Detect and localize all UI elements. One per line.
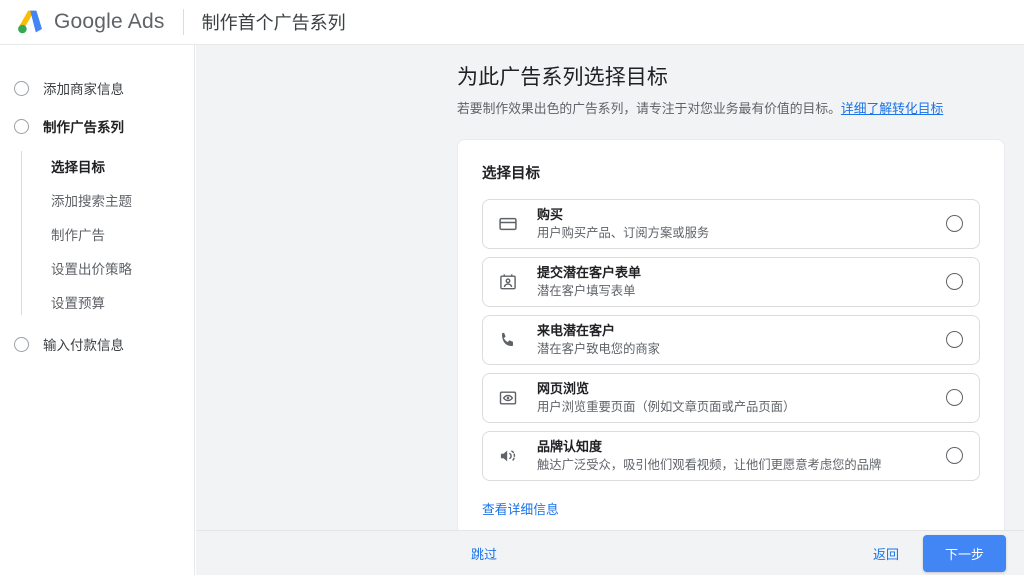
- next-button[interactable]: 下一步: [922, 534, 1006, 572]
- google-ads-logo-icon: [14, 8, 44, 36]
- brand-name: Google Ads: [54, 10, 165, 33]
- main-content: 为此广告系列选择目标 若要制作效果出色的广告系列，请专注于对您业务最有价值的目标…: [196, 45, 1024, 575]
- goal-description: 用户购买产品、订阅方案或服务: [537, 225, 710, 240]
- sidebar-substep-label: 设置预算: [51, 296, 105, 311]
- step-circle-icon: [14, 118, 29, 134]
- sidebar-step-label: 添加商家信息: [43, 82, 124, 97]
- goal-description: 用户浏览重要页面（例如文章页面或产品页面）: [537, 399, 796, 414]
- goal-name: 来电潜在客户: [537, 322, 616, 338]
- sidebar-step-business-info[interactable]: 添加商家信息: [0, 69, 194, 107]
- footer-actions: 返回 下一步: [863, 534, 1006, 572]
- back-button[interactable]: 返回: [863, 537, 909, 570]
- goal-name: 网页浏览: [537, 380, 590, 396]
- goal-name: 品牌认知度: [537, 438, 603, 454]
- goal-text: 来电潜在客户 潜在客户致电您的商家: [537, 322, 936, 358]
- goal-option-lead-form[interactable]: 提交潜在客户表单 潜在客户填写表单: [482, 256, 980, 307]
- content-column: 为此广告系列选择目标 若要制作效果出色的广告系列，请专注于对您业务最有价值的目标…: [457, 45, 1005, 539]
- sidebar-item-select-goal[interactable]: 选择目标: [21, 149, 194, 183]
- sidebar-item-bidding-strategy[interactable]: 设置出价策略: [21, 251, 194, 285]
- sidebar-item-create-ad[interactable]: 制作广告: [21, 217, 194, 251]
- step-circle-icon: [14, 80, 29, 96]
- learn-more-conversion-goals-link[interactable]: 详细了解转化目标: [841, 101, 943, 116]
- wizard-footer: 跳过 返回 下一步: [196, 530, 1024, 575]
- sidebar-substep-label: 选择目标: [51, 160, 105, 175]
- sidebar-step-payment-info[interactable]: 输入付款信息: [0, 325, 194, 363]
- sidebar-step-label: 输入付款信息: [43, 338, 124, 353]
- goal-name: 购买: [537, 206, 564, 222]
- speaker-icon: [497, 445, 519, 467]
- page-subtitle-text: 若要制作效果出色的广告系列，请专注于对您业务最有价值的目标。: [457, 101, 841, 116]
- goal-radio-button[interactable]: [946, 331, 963, 349]
- top-bar: Google Ads 制作首个广告系列: [0, 0, 1024, 45]
- card-title: 选择目标: [482, 165, 540, 182]
- sidebar-substep-label: 添加搜索主题: [51, 194, 132, 209]
- flow-title: 制作首个广告系列: [201, 13, 346, 33]
- sidebar-item-add-search-themes[interactable]: 添加搜索主题: [21, 183, 194, 217]
- goal-radio-button[interactable]: [946, 389, 963, 407]
- goal-text: 提交潜在客户表单 潜在客户填写表单: [537, 264, 936, 300]
- goal-selection-card: 选择目标 购买 用户购买产品、订阅方案或服务 提交潜在客户表单 潜在客户填写表单…: [457, 138, 1005, 539]
- goal-radio-button[interactable]: [946, 273, 963, 291]
- sidebar-step-create-campaign[interactable]: 制作广告系列: [0, 107, 194, 145]
- goal-radio-button[interactable]: [946, 215, 963, 233]
- topbar-divider: [182, 9, 184, 35]
- credit-card-icon: [497, 213, 519, 235]
- sidebar-substeps: 选择目标 添加搜索主题 制作广告 设置出价策略 设置预算: [0, 149, 194, 319]
- page-view-icon: [497, 387, 519, 409]
- step-circle-icon: [14, 336, 29, 352]
- page-subtitle: 若要制作效果出色的广告系列，请专注于对您业务最有价值的目标。详细了解转化目标: [457, 100, 1005, 119]
- goal-description: 触达广泛受众，吸引他们观看视频，让他们更愿意考虑您的品牌: [537, 457, 882, 472]
- skip-link[interactable]: 跳过: [471, 544, 497, 563]
- phone-icon: [497, 329, 519, 351]
- goal-text: 品牌认知度 触达广泛受众，吸引他们观看视频，让他们更愿意考虑您的品牌: [537, 438, 936, 474]
- wizard-sidebar: 添加商家信息 制作广告系列 选择目标 添加搜索主题 制作广告 设置出价策略 设置…: [0, 45, 195, 575]
- goal-option-brand-awareness[interactable]: 品牌认知度 触达广泛受众，吸引他们观看视频，让他们更愿意考虑您的品牌: [482, 430, 980, 481]
- sidebar-substep-label: 制作广告: [51, 228, 105, 243]
- goal-description: 潜在客户填写表单: [537, 283, 636, 298]
- sidebar-substep-label: 设置出价策略: [51, 262, 132, 277]
- google-ads-campaign-wizard: Google Ads 制作首个广告系列 添加商家信息 制作广告系列 选择目标 添…: [0, 0, 1024, 575]
- page-title: 为此广告系列选择目标: [457, 66, 668, 89]
- sidebar-step-label: 制作广告系列: [43, 120, 124, 135]
- view-details-link[interactable]: 查看详细信息: [482, 499, 559, 518]
- goal-name: 提交潜在客户表单: [537, 264, 642, 280]
- sidebar-item-budget[interactable]: 设置预算: [21, 285, 194, 319]
- goal-text: 网页浏览 用户浏览重要页面（例如文章页面或产品页面）: [537, 380, 936, 416]
- goal-option-phone-call[interactable]: 来电潜在客户 潜在客户致电您的商家: [482, 314, 980, 365]
- goal-option-purchase[interactable]: 购买 用户购买产品、订阅方案或服务: [482, 198, 980, 249]
- goal-radio-button[interactable]: [946, 447, 963, 465]
- goal-text: 购买 用户购买产品、订阅方案或服务: [537, 206, 936, 242]
- goal-option-page-views[interactable]: 网页浏览 用户浏览重要页面（例如文章页面或产品页面）: [482, 372, 980, 423]
- lead-form-icon: [497, 271, 519, 293]
- goal-description: 潜在客户致电您的商家: [537, 341, 660, 356]
